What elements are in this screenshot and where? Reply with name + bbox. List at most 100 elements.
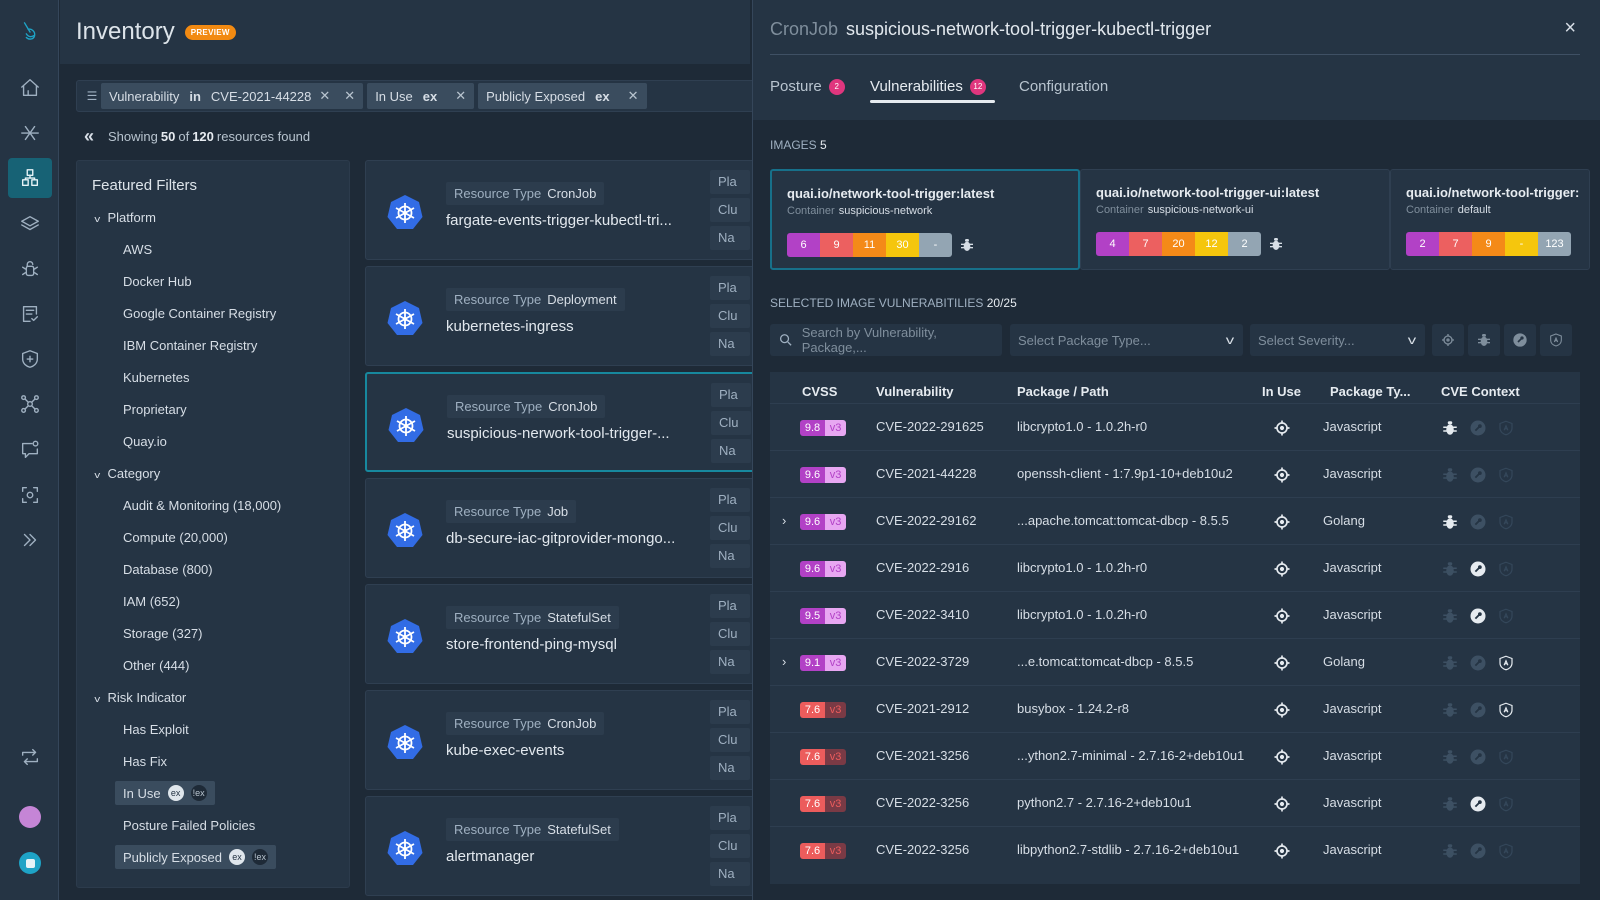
network-icon[interactable] bbox=[8, 384, 52, 424]
table-row[interactable]: 9.5 v3 CVE-2022-3410 libcrypto1.0 - 1.0.2h-… bbox=[770, 591, 1580, 639]
table-row[interactable]: 9.8 v3 CVE-2022-291625 libcrypto1.0 - 1.0.2… bbox=[770, 403, 1580, 451]
filter-item[interactable]: Google Container Registry bbox=[123, 306, 276, 321]
filter-group-platform[interactable]: v Platform bbox=[94, 210, 156, 225]
table-row[interactable]: 7.6 v3 CVE-2021-3256 ...ython2.7-minimal - … bbox=[770, 732, 1580, 780]
vulnerability-search-input[interactable]: Search by Vulnerability, Package,... bbox=[770, 324, 1002, 356]
exploit-filter-button[interactable] bbox=[1468, 324, 1500, 356]
bug-icon[interactable] bbox=[8, 249, 52, 289]
chat-icon[interactable] bbox=[8, 430, 52, 470]
resource-card[interactable]: Resource Type StatefulSet store-frontend-p… bbox=[365, 584, 765, 684]
vulnerability-id[interactable]: CVE-2022-3256 bbox=[876, 795, 969, 810]
filter-item-selected[interactable]: In Use ex !ex bbox=[115, 781, 215, 805]
filter-item[interactable]: Has Exploit bbox=[123, 722, 189, 737]
resource-card[interactable]: Resource Type Deployment kubernetes-ingres… bbox=[365, 266, 765, 366]
filter-bar[interactable]: ☰ Vulnerability in CVE-2021-44228 ✕ ✕ In… bbox=[76, 80, 766, 112]
vulnerability-id[interactable]: CVE-2022-29162 bbox=[876, 513, 976, 528]
expand-row-icon[interactable]: › bbox=[782, 513, 786, 528]
inventory-icon[interactable] bbox=[8, 158, 52, 198]
expand-icon[interactable] bbox=[8, 520, 52, 560]
filter-item[interactable]: Kubernetes bbox=[123, 370, 190, 385]
attack-vector-filter-button[interactable] bbox=[1540, 324, 1572, 356]
exclude-pill[interactable]: !ex bbox=[252, 849, 268, 865]
table-row[interactable]: 7.6 v3 CVE-2022-3256 python2.7 - 2.7.16-2+d… bbox=[770, 779, 1580, 827]
expand-row-icon[interactable]: › bbox=[782, 654, 786, 669]
filter-item[interactable]: Proprietary bbox=[123, 402, 187, 417]
table-row[interactable]: 9.6 v3 CVE-2022-2916 libcrypto1.0 - 1.0.2h-… bbox=[770, 544, 1580, 592]
help-chat-avatar[interactable] bbox=[19, 852, 41, 874]
image-card[interactable]: quai.io/network-tool-trigger:latest Conta… bbox=[770, 169, 1080, 270]
filter-item[interactable]: Docker Hub bbox=[123, 274, 192, 289]
logo-icon[interactable] bbox=[8, 12, 52, 52]
vulnerability-id[interactable]: CVE-2022-291625 bbox=[876, 419, 984, 434]
vulnerability-id[interactable]: CVE-2022-2916 bbox=[876, 560, 969, 575]
filter-item[interactable]: AWS bbox=[123, 242, 152, 257]
include-pill[interactable]: ex bbox=[229, 849, 245, 865]
column-header-package[interactable]: Package / Path bbox=[1017, 384, 1109, 399]
filter-chip-publicly-exposed[interactable]: Publicly Exposed ex ✕ bbox=[478, 83, 647, 109]
kubernetes-icon bbox=[387, 513, 423, 547]
shield-plus-icon[interactable] bbox=[8, 339, 52, 379]
vulnerability-id[interactable]: CVE-2022-3729 bbox=[876, 654, 969, 669]
filter-item[interactable]: Storage (327) bbox=[123, 626, 203, 641]
remove-chip-icon[interactable]: ✕ bbox=[344, 88, 355, 104]
fix-filter-button[interactable] bbox=[1504, 324, 1536, 356]
image-card[interactable]: quai.io/network-tool-trigger-ui:latest Co… bbox=[1080, 169, 1390, 270]
filter-item[interactable]: Other (444) bbox=[123, 658, 189, 673]
filter-chip-in-use[interactable]: In Use ex ✕ bbox=[367, 83, 475, 109]
filter-item[interactable]: Audit & Monitoring (18,000) bbox=[123, 498, 281, 513]
column-header-cve-context[interactable]: CVE Context bbox=[1441, 384, 1520, 399]
column-header-vulnerability[interactable]: Vulnerability bbox=[876, 384, 954, 399]
in-use-filter-button[interactable] bbox=[1432, 324, 1464, 356]
sync-icon[interactable] bbox=[8, 737, 52, 777]
tab-posture[interactable]: Posture 2 bbox=[770, 78, 845, 95]
exclude-pill[interactable]: !ex bbox=[190, 785, 207, 801]
filter-group-risk-indicator[interactable]: v Risk Indicator bbox=[94, 690, 186, 705]
remove-value-icon[interactable]: ✕ bbox=[319, 88, 330, 104]
remove-chip-icon[interactable]: ✕ bbox=[628, 88, 639, 104]
resource-card[interactable]: Resource Type CronJob suspicious-nerwork-t… bbox=[365, 372, 765, 472]
filter-item[interactable]: Compute (20,000) bbox=[123, 530, 228, 545]
resource-card[interactable]: Resource Type StatefulSet alertmanager Pla C… bbox=[365, 796, 765, 896]
tab-vulnerabilities[interactable]: Vulnerabilities 12 bbox=[870, 78, 986, 95]
column-header-in-use[interactable]: In Use bbox=[1262, 384, 1301, 399]
user-avatar[interactable] bbox=[19, 806, 41, 828]
vulnerability-id[interactable]: CVE-2022-3256 bbox=[876, 842, 969, 857]
severity-select[interactable]: Select Severity... v bbox=[1250, 324, 1425, 356]
vulnerability-id[interactable]: CVE-2022-3410 bbox=[876, 607, 969, 622]
filter-item[interactable]: Database (800) bbox=[123, 562, 213, 577]
vulnerability-id[interactable]: CVE-2021-2912 bbox=[876, 701, 969, 716]
package-type-select[interactable]: Select Package Type... v bbox=[1010, 324, 1243, 356]
vulnerability-id[interactable]: CVE-2021-44228 bbox=[876, 466, 976, 481]
filter-item-selected[interactable]: Publicly Exposed ex !ex bbox=[115, 845, 276, 869]
filter-chip-vulnerability[interactable]: Vulnerability in CVE-2021-44228 ✕ ✕ bbox=[101, 83, 364, 109]
table-row[interactable]: 7.6 v3 CVE-2021-2912 busybox - 1.24.2-r8 Jav… bbox=[770, 685, 1580, 733]
filter-item[interactable]: Posture Failed Policies bbox=[123, 818, 255, 833]
resource-card[interactable]: Resource Type CronJob fargate-events-trigg… bbox=[365, 160, 765, 260]
close-icon[interactable]: × bbox=[1564, 17, 1576, 40]
include-pill[interactable]: ex bbox=[167, 785, 184, 801]
vulnerability-id[interactable]: CVE-2021-3256 bbox=[876, 748, 969, 763]
column-header-cvss[interactable]: CVSS bbox=[802, 384, 837, 399]
table-row[interactable]: 9.6 v3 CVE-2021-44228 openssh-client - 1:7.… bbox=[770, 450, 1580, 498]
tab-configuration[interactable]: Configuration bbox=[1019, 78, 1108, 95]
filter-icon[interactable]: ☰ bbox=[83, 89, 101, 103]
resource-card[interactable]: Resource Type Job db-secure-iac-gitprovide… bbox=[365, 478, 765, 578]
filter-group-category[interactable]: v Category bbox=[94, 466, 160, 481]
scan-icon[interactable] bbox=[8, 475, 52, 515]
filter-item[interactable]: IBM Container Registry bbox=[123, 338, 257, 353]
collapse-filters-icon[interactable]: « bbox=[84, 126, 94, 147]
table-row[interactable]: 7.6 v3 CVE-2022-3256 libpython2.7-stdlib - … bbox=[770, 826, 1580, 874]
filter-item[interactable]: Has Fix bbox=[123, 754, 167, 769]
resource-card[interactable]: Resource Type CronJob kube-exec-events Pla C… bbox=[365, 690, 765, 790]
table-row[interactable]: › 9.6 v3 CVE-2022-29162 ...apache.tomcat:tom… bbox=[770, 497, 1580, 545]
image-card[interactable]: quai.io/network-tool-trigger: Container de… bbox=[1390, 169, 1590, 270]
remove-chip-icon[interactable]: ✕ bbox=[455, 88, 466, 104]
layers-icon[interactable] bbox=[8, 204, 52, 244]
filter-item[interactable]: IAM (652) bbox=[123, 594, 180, 609]
column-header-package-type[interactable]: Package Ty... bbox=[1330, 384, 1410, 399]
filter-item[interactable]: Quay.io bbox=[123, 434, 167, 449]
table-row[interactable]: › 9.1 v3 CVE-2022-3729 ...e.tomcat:tomcat-db… bbox=[770, 638, 1580, 686]
home-icon[interactable] bbox=[8, 68, 52, 108]
asterisk-icon[interactable] bbox=[8, 113, 52, 153]
report-icon[interactable] bbox=[8, 294, 52, 334]
